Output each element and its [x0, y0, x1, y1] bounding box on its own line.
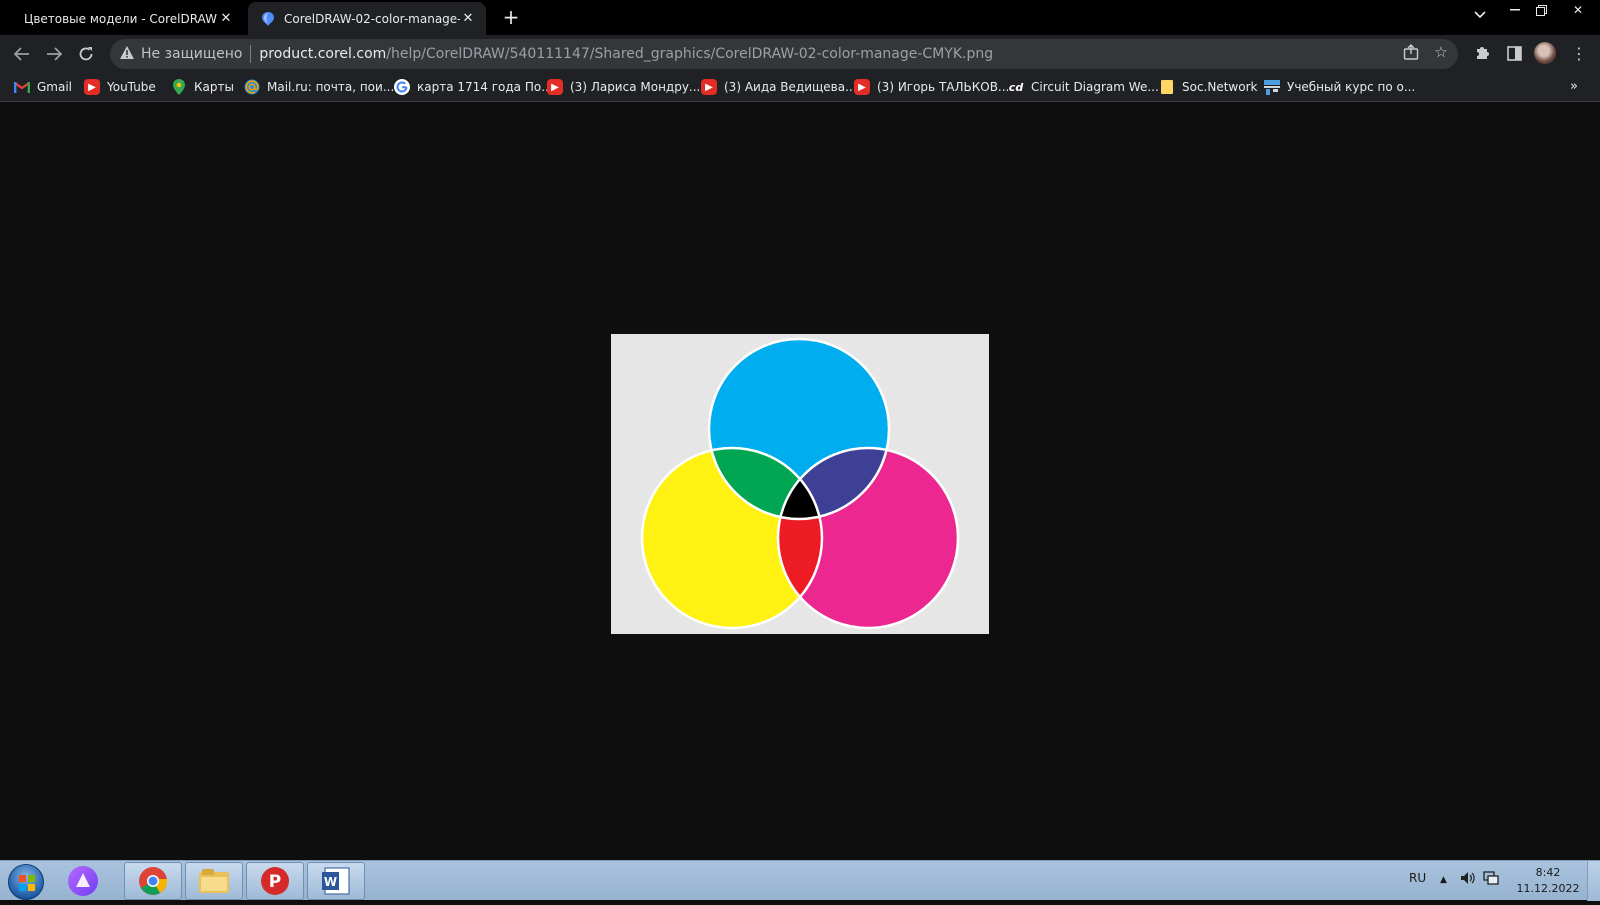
close-window-icon[interactable]: ✕ — [1566, 0, 1590, 20]
reload-icon[interactable] — [72, 40, 100, 68]
bookmark-mailru[interactable]: Mail.ru: почта, пои... — [244, 77, 394, 97]
taskbar-chrome[interactable] — [124, 862, 182, 900]
google-icon — [394, 79, 410, 95]
bookmark-youtube[interactable]: ▶ YouTube — [84, 77, 156, 97]
tab-cmyk-image[interactable]: CorelDRAW-02-color-manage-CMYK.png ✕ — [248, 2, 486, 35]
bookmark-gmail[interactable]: Gmail — [14, 77, 72, 97]
forward-arrow-icon[interactable] — [40, 40, 68, 68]
bookmark-circuit-diagram[interactable]: cd Circuit Diagram We... — [1008, 77, 1159, 97]
url-path: /help/CorelDRAW/540111147/Shared_graphic… — [386, 46, 994, 62]
bookmark-talkov[interactable]: ▶ (3) Игорь ТАЛЬКОВ... — [854, 77, 1009, 97]
p-app-icon: P — [261, 867, 289, 895]
clock-time: 8:42 — [1535, 866, 1561, 879]
taskbar-punto-app[interactable]: P — [246, 862, 304, 900]
menu-kebab-icon[interactable]: ⋮ — [1566, 40, 1592, 66]
taskbar-file-explorer[interactable] — [185, 862, 243, 900]
system-clock[interactable]: 8:42 11.12.2022 — [1508, 865, 1588, 897]
alice-assistant-icon[interactable] — [68, 866, 98, 896]
bookmark-maps[interactable]: Карты — [171, 77, 234, 97]
bookmark-star-icon[interactable]: ☆ — [1429, 40, 1453, 64]
cmyk-venn-svg — [640, 337, 960, 630]
bookmark-label: Circuit Diagram We... — [1031, 80, 1159, 94]
taskbar-word[interactable]: W — [307, 862, 365, 900]
not-secure-warning-icon[interactable] — [120, 45, 134, 63]
bookmark-label: Учебный курс по о... — [1287, 80, 1416, 94]
chrome-icon — [139, 867, 168, 895]
windows-taskbar: P W RU ▲ 8:42 11.12.2022 — [0, 860, 1600, 901]
windows-start-orb-icon[interactable] — [8, 864, 44, 900]
bookmark-label: карта 1714 года По... — [417, 80, 553, 94]
youtube-icon: ▶ — [701, 79, 717, 95]
more-bookmarks-chevron-icon[interactable]: » — [1570, 79, 1578, 94]
youtube-icon: ▶ — [547, 79, 563, 95]
close-tab-icon[interactable]: ✕ — [460, 11, 476, 27]
bookmark-label: Карты — [194, 80, 234, 94]
tab-search-chevron-icon[interactable] — [1470, 8, 1490, 28]
page-viewport — [0, 102, 1600, 860]
bookmark-larisa[interactable]: ▶ (3) Лариса Мондру... — [547, 77, 700, 97]
close-tab-icon[interactable]: ✕ — [218, 11, 234, 27]
cmyk-diagram-image — [611, 334, 989, 634]
folder-explorer-icon — [199, 869, 229, 893]
browser-toolbar: Не защищено product.corel.com/help/Corel… — [0, 35, 1600, 72]
word-icon: W — [322, 867, 350, 895]
restore-icon[interactable] — [1530, 0, 1552, 20]
course-icon — [1264, 79, 1280, 95]
tab-color-models[interactable]: Цветовые модели - CorelDRAW ✕ — [12, 2, 244, 35]
share-icon[interactable] — [1399, 40, 1423, 64]
volume-icon[interactable] — [1460, 871, 1476, 888]
bookmarks-bar: Gmail ▶ YouTube Карты Mail.ru: почта, по… — [0, 72, 1600, 102]
new-tab-button[interactable]: + — [499, 6, 523, 30]
minimize-icon[interactable] — [1504, 0, 1526, 20]
bookmark-map-1714[interactable]: карта 1714 года По... — [394, 77, 553, 97]
extensions-puzzle-icon[interactable] — [1469, 40, 1495, 66]
mailru-at-icon — [244, 79, 260, 95]
back-arrow-icon[interactable] — [8, 40, 36, 68]
tab-strip: Цветовые модели - CorelDRAW ✕ CorelDRAW-… — [0, 0, 1600, 35]
bookmark-soc-network[interactable]: Soc.Network — [1159, 77, 1257, 97]
folder-icon — [1159, 79, 1175, 95]
youtube-icon: ▶ — [854, 79, 870, 95]
profile-avatar[interactable] — [1534, 42, 1556, 64]
corel-balloon-icon — [260, 11, 276, 27]
bookmark-label: Gmail — [37, 80, 73, 94]
svg-text:W: W — [324, 875, 337, 889]
clock-date: 11.12.2022 — [1516, 882, 1580, 895]
security-status-text[interactable]: Не защищено — [141, 46, 242, 62]
svg-text:P: P — [269, 872, 281, 892]
bookmark-label: (3) Игорь ТАЛЬКОВ... — [877, 80, 1010, 94]
bookmark-aida[interactable]: ▶ (3) Аида Ведищева... — [701, 77, 857, 97]
bookmark-label: (3) Аида Ведищева... — [724, 80, 857, 94]
bookmark-label: Mail.ru: почта, пои... — [267, 80, 395, 94]
bookmark-label: YouTube — [107, 80, 156, 94]
gmail-icon — [14, 79, 30, 95]
maps-pin-icon — [171, 79, 187, 95]
tab-title: CorelDRAW-02-color-manage-CMYK.png — [284, 11, 460, 26]
language-indicator[interactable]: RU — [1409, 871, 1426, 885]
bookmark-label: (3) Лариса Мондру... — [570, 80, 701, 94]
show-desktop-button[interactable] — [1587, 861, 1600, 901]
tray-expand-arrow-icon[interactable]: ▲ — [1440, 875, 1447, 885]
youtube-icon: ▶ — [84, 79, 100, 95]
bookmark-label: Soc.Network — [1182, 80, 1258, 94]
side-panel-icon[interactable] — [1501, 40, 1527, 66]
address-bar[interactable]: Не защищено product.corel.com/help/Corel… — [110, 39, 1458, 69]
tab-title: Цветовые модели - CorelDRAW — [24, 11, 217, 26]
circuit-diagram-icon: cd — [1008, 80, 1024, 94]
url-host: product.corel.com — [259, 46, 387, 62]
bookmark-course[interactable]: Учебный курс по о... — [1264, 77, 1415, 97]
address-separator — [250, 45, 252, 63]
network-icon[interactable] — [1483, 871, 1499, 888]
